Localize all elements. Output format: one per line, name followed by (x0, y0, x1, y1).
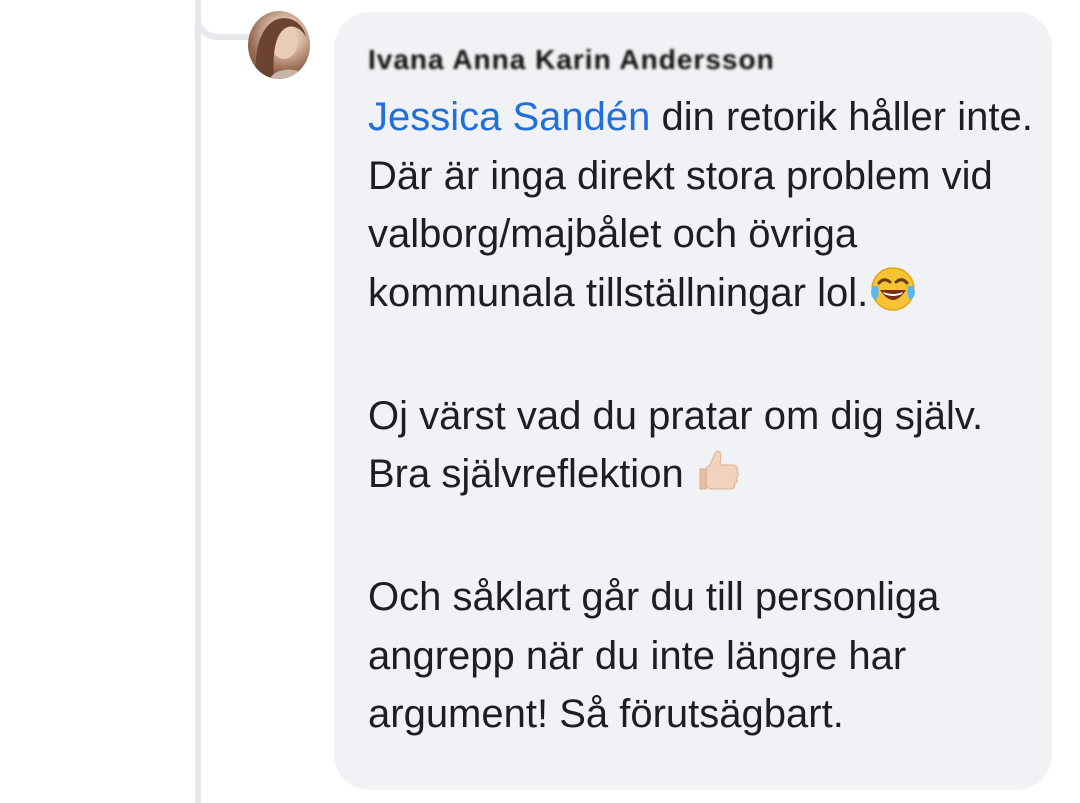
comment-author-name[interactable]: Ivana Anna Karin Andersson (368, 44, 775, 76)
avatar[interactable] (248, 11, 310, 79)
reply-thread-connector (195, 0, 253, 40)
comment-text: Och såklart går du till personliga angre… (368, 575, 940, 736)
mention-link[interactable]: Jessica Sandén (368, 95, 650, 139)
comment-paragraph: Jessica Sandén din retorik håller inte. … (368, 88, 1038, 328)
comment-text: Oj värst vad du pratar om dig själv. Bra… (368, 393, 984, 497)
reply-thread-line (195, 0, 201, 803)
face-with-tears-of-joy-icon (870, 266, 916, 329)
thumbs-up-icon (697, 447, 743, 510)
comment-paragraph: Och såklart går du till personliga angre… (368, 568, 1038, 744)
comment-body: Jessica Sandén din retorik håller inte. … (368, 88, 1038, 744)
comment-paragraph: Oj värst vad du pratar om dig själv. Bra… (368, 387, 1038, 510)
